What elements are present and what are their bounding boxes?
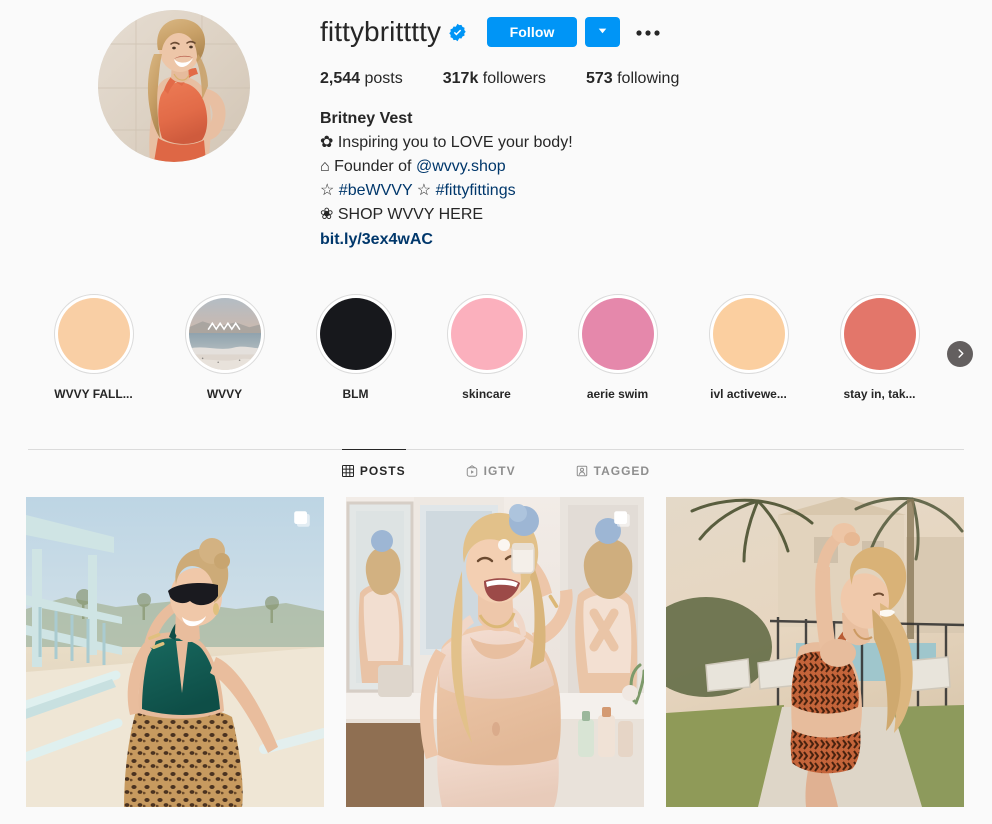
tab-tagged-label: TAGGED xyxy=(593,464,651,478)
profile-tabs: POSTS IGTV TAGGED xyxy=(28,449,964,488)
bio-line-1: ✿ Inspiring you to LOVE your body! xyxy=(320,131,964,155)
profile-bio: Britney Vest ✿ Inspiring you to LOVE you… xyxy=(320,107,964,252)
post-thumbnail-2[interactable] xyxy=(346,497,644,807)
stat-posts-count: 2,544 xyxy=(320,70,361,87)
bio-hashtag-fittyfittings[interactable]: #fittyfittings xyxy=(436,182,516,199)
highlight-wvvy-fall[interactable]: WVVY FALL... xyxy=(28,294,159,402)
bio-line-2: ⌂ Founder of @wvvy.shop xyxy=(320,155,964,179)
bio-line-4-text: SHOP WVVY HERE xyxy=(333,206,484,223)
follow-button[interactable]: Follow xyxy=(487,17,578,47)
instagram-profile-page: fittybritttty Follow 2,544 posts 317k fo… xyxy=(0,0,992,824)
highlight-label: stay in, tak... xyxy=(843,387,916,401)
highlight-ring xyxy=(839,294,920,374)
highlight-label: aerie swim xyxy=(586,387,649,401)
stat-following-count: 573 xyxy=(585,70,613,87)
highlight-stay-in[interactable]: stay in, tak... xyxy=(814,294,945,402)
highlight-ring xyxy=(708,294,789,374)
post-image-3 xyxy=(666,497,964,807)
bio-line-3: ☆ #beWVVY ☆ #fittyfittings xyxy=(320,179,964,203)
highlight-ring xyxy=(577,294,658,374)
avatar-image xyxy=(98,10,250,162)
blossom-emoji-icon: ❀ xyxy=(320,206,334,223)
follow-dropdown-button[interactable] xyxy=(585,17,621,47)
stat-followers[interactable]: 317k followers xyxy=(443,69,546,89)
profile-header: fittybritttty Follow 2,544 posts 317k fo… xyxy=(0,0,992,252)
bio-full-name: Britney Vest xyxy=(320,110,413,127)
stat-followers-count: 317k xyxy=(442,70,479,87)
bio-line-1-text: Inspiring you to LOVE your body! xyxy=(333,134,573,151)
highlight-cover xyxy=(843,298,916,370)
stat-following[interactable]: 573 following xyxy=(586,69,679,89)
stat-following-label: following xyxy=(617,70,680,87)
post-image-1 xyxy=(26,497,324,807)
story-highlights: WVVY FALL... WVVY BLM skincare aerie swi… xyxy=(0,294,992,402)
highlight-blm[interactable]: BLM xyxy=(290,294,421,402)
bio-mention-link[interactable]: @wvvy.shop xyxy=(416,158,506,175)
profile-info-column: fittybritttty Follow 2,544 posts 317k fo… xyxy=(320,8,964,252)
highlight-label: WVVY FALL... xyxy=(54,387,133,401)
highlight-label: ivl activewe... xyxy=(710,387,787,401)
stat-followers-label: followers xyxy=(482,70,546,87)
highlight-ring xyxy=(446,294,527,374)
more-options-button[interactable] xyxy=(634,17,662,47)
highlight-aerie-swim[interactable]: aerie swim xyxy=(552,294,683,402)
tab-igtv[interactable]: IGTV xyxy=(466,449,516,488)
highlight-cover xyxy=(581,298,654,370)
flower-emoji-icon: ✿ xyxy=(320,134,334,151)
profile-avatar[interactable] xyxy=(98,10,250,162)
grid-icon xyxy=(341,465,354,477)
stat-posts: 2,544 posts xyxy=(320,69,403,89)
store-emoji-icon: ⌂ xyxy=(320,158,330,175)
highlight-label: WVVY xyxy=(206,387,243,401)
chevron-down-icon xyxy=(596,24,609,40)
highlight-cover xyxy=(319,298,392,370)
highlight-label: skincare xyxy=(462,387,511,401)
profile-stats: 2,544 posts 317k followers 573 following xyxy=(320,69,964,89)
bio-external-link[interactable]: bit.ly/3ex4wAC xyxy=(320,228,964,252)
tab-posts-label: POSTS xyxy=(359,464,406,478)
post-thumbnail-1[interactable] xyxy=(26,497,324,807)
highlight-ivl-activewear[interactable]: ivl activewe... xyxy=(683,294,814,402)
tab-posts[interactable]: POSTS xyxy=(341,449,406,488)
tagged-person-icon xyxy=(576,465,588,477)
highlight-ring xyxy=(184,294,265,374)
tab-igtv-label: IGTV xyxy=(483,464,516,478)
highlight-cover xyxy=(188,298,261,370)
bio-line-3-mid: ☆ xyxy=(412,182,436,199)
igtv-icon xyxy=(466,465,478,477)
highlight-cover xyxy=(712,298,785,370)
post-image-2 xyxy=(346,497,644,807)
bio-line-4: ❀ SHOP WVVY HERE xyxy=(320,203,964,227)
tab-tagged[interactable]: TAGGED xyxy=(576,449,650,488)
bio-line-2-text: Founder of xyxy=(329,158,416,175)
post-thumbnail-3[interactable] xyxy=(666,497,964,807)
highlight-wvvy[interactable]: WVVY xyxy=(159,294,290,402)
page-title: fittybritttty xyxy=(320,16,442,47)
stat-posts-label: posts xyxy=(364,70,403,87)
highlight-cover xyxy=(57,298,130,370)
bio-hashtag-bewvvy[interactable]: #beWVVY xyxy=(339,182,413,199)
highlight-ring xyxy=(53,294,134,374)
highlights-next-button[interactable] xyxy=(947,341,973,367)
ellipsis-icon xyxy=(636,25,660,40)
verified-badge-icon xyxy=(448,23,467,42)
chevron-right-icon xyxy=(955,347,966,362)
star-emoji-icon: ☆ xyxy=(320,182,335,199)
highlight-skincare[interactable]: skincare xyxy=(421,294,552,402)
post-grid xyxy=(0,497,992,807)
highlight-label: BLM xyxy=(342,387,369,401)
highlight-ring xyxy=(315,294,396,374)
username-row: fittybritttty Follow xyxy=(320,14,964,50)
avatar-column xyxy=(28,8,320,252)
highlight-cover xyxy=(450,298,523,370)
